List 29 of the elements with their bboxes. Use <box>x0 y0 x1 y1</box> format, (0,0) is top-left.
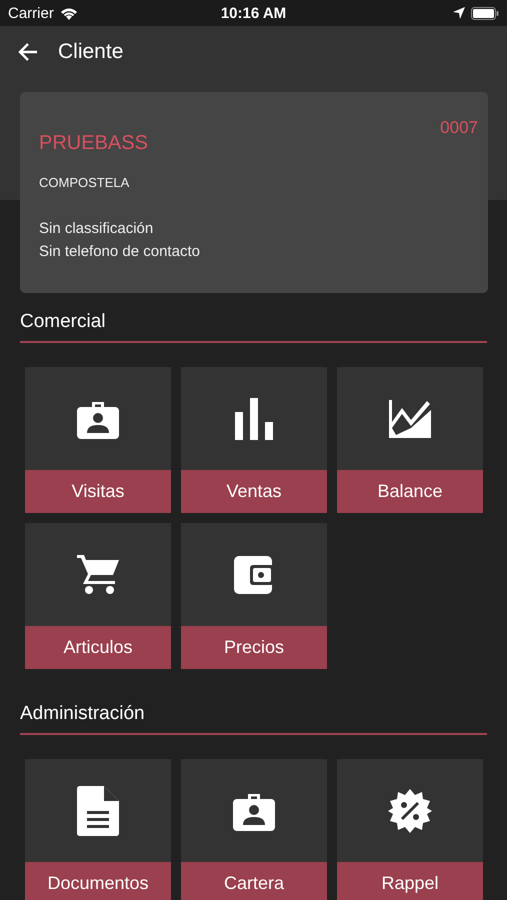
battery-icon <box>471 6 499 20</box>
wallet-icon <box>234 556 274 594</box>
menu-tile[interactable]: Cartera <box>181 759 327 900</box>
line-chart-icon <box>389 400 431 438</box>
back-arrow-icon <box>18 43 38 61</box>
client-name: PRUEBASS <box>39 132 148 155</box>
location-arrow-icon <box>453 7 465 19</box>
clock-time: 10:16 AM <box>220 4 286 22</box>
menu-tile[interactable]: Rappel <box>337 759 483 900</box>
bar-chart-icon <box>235 398 273 440</box>
section-heading: Administración <box>20 703 146 726</box>
menu-tile[interactable]: Precios <box>181 523 327 669</box>
menu-tile[interactable]: Articulos <box>25 523 171 669</box>
client-info-line: Sin classificación <box>39 220 154 237</box>
section-heading: Comercial <box>20 311 107 334</box>
shopping-cart-icon <box>77 554 119 594</box>
discount-badge-icon <box>388 788 432 832</box>
wifi-icon <box>60 6 78 20</box>
back-button[interactable] <box>18 43 38 61</box>
menu-tile[interactable]: Ventas <box>181 367 327 513</box>
menu-tile[interactable]: Visitas <box>25 367 171 513</box>
client-info-line: Sin telefono de contacto <box>39 243 201 260</box>
document-icon <box>77 786 119 836</box>
menu-tile[interactable]: Balance <box>337 367 483 513</box>
menu-tile[interactable]: Documentos <box>25 759 171 900</box>
screen-title: Cliente <box>58 40 124 64</box>
client-city: COMPOSTELA <box>39 175 130 190</box>
carrier-label: Carrier <box>8 4 54 22</box>
client-code: 0007 <box>440 118 478 138</box>
